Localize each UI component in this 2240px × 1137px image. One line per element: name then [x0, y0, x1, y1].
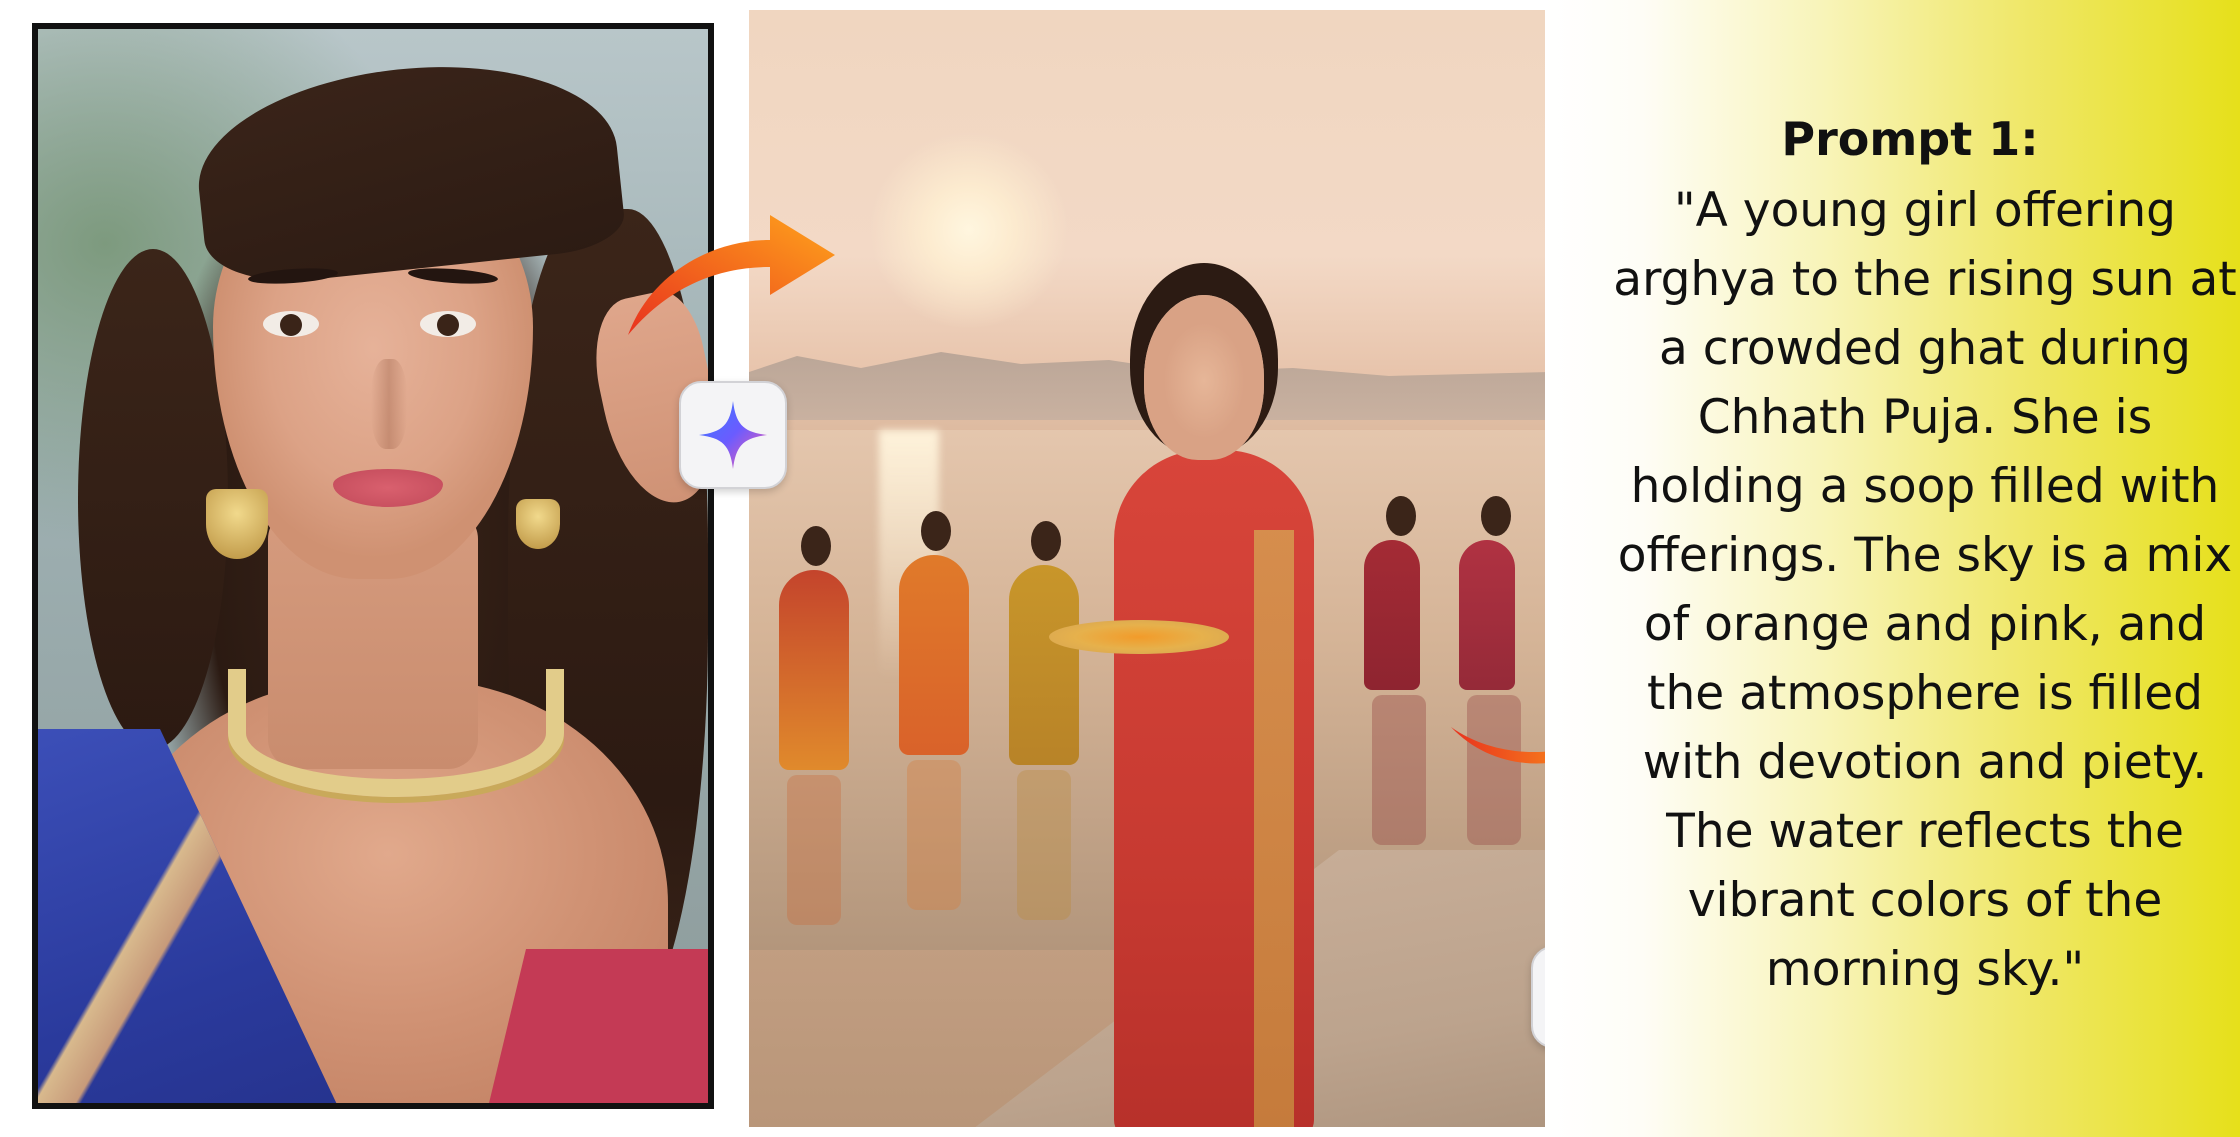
prompt-line: a crowded ghat during	[1658, 321, 2191, 376]
prompt-line: of orange and pink, and	[1643, 597, 2207, 652]
prompt-title: Prompt 1:	[1781, 112, 2039, 166]
prompt-line: Chhath Puja. She is	[1697, 390, 2153, 445]
sparkle-icon	[679, 381, 787, 489]
prompt-text: "A young girl offering arghya to the ris…	[1595, 176, 2240, 1004]
prompt-line: offerings. The sky is a mix	[1617, 528, 2233, 583]
generated-chhath-puja-image	[749, 10, 1545, 1127]
prompt-line: holding a soop filled with	[1630, 459, 2220, 514]
prompt-line: "A young girl offering	[1674, 183, 2176, 238]
prompt-line: vibrant colors of the	[1687, 873, 2163, 928]
prompt-line: The water reflects the	[1666, 804, 2184, 859]
prompt-line: the atmosphere is filled	[1647, 666, 2203, 721]
reference-portrait-image	[32, 23, 714, 1109]
prompt-line: arghya to the rising sun at	[1613, 252, 2237, 307]
prompt-line: morning sky."	[1765, 942, 2085, 997]
curved-arrow-icon	[628, 215, 835, 335]
prompt-line: with devotion and piety.	[1642, 735, 2208, 790]
